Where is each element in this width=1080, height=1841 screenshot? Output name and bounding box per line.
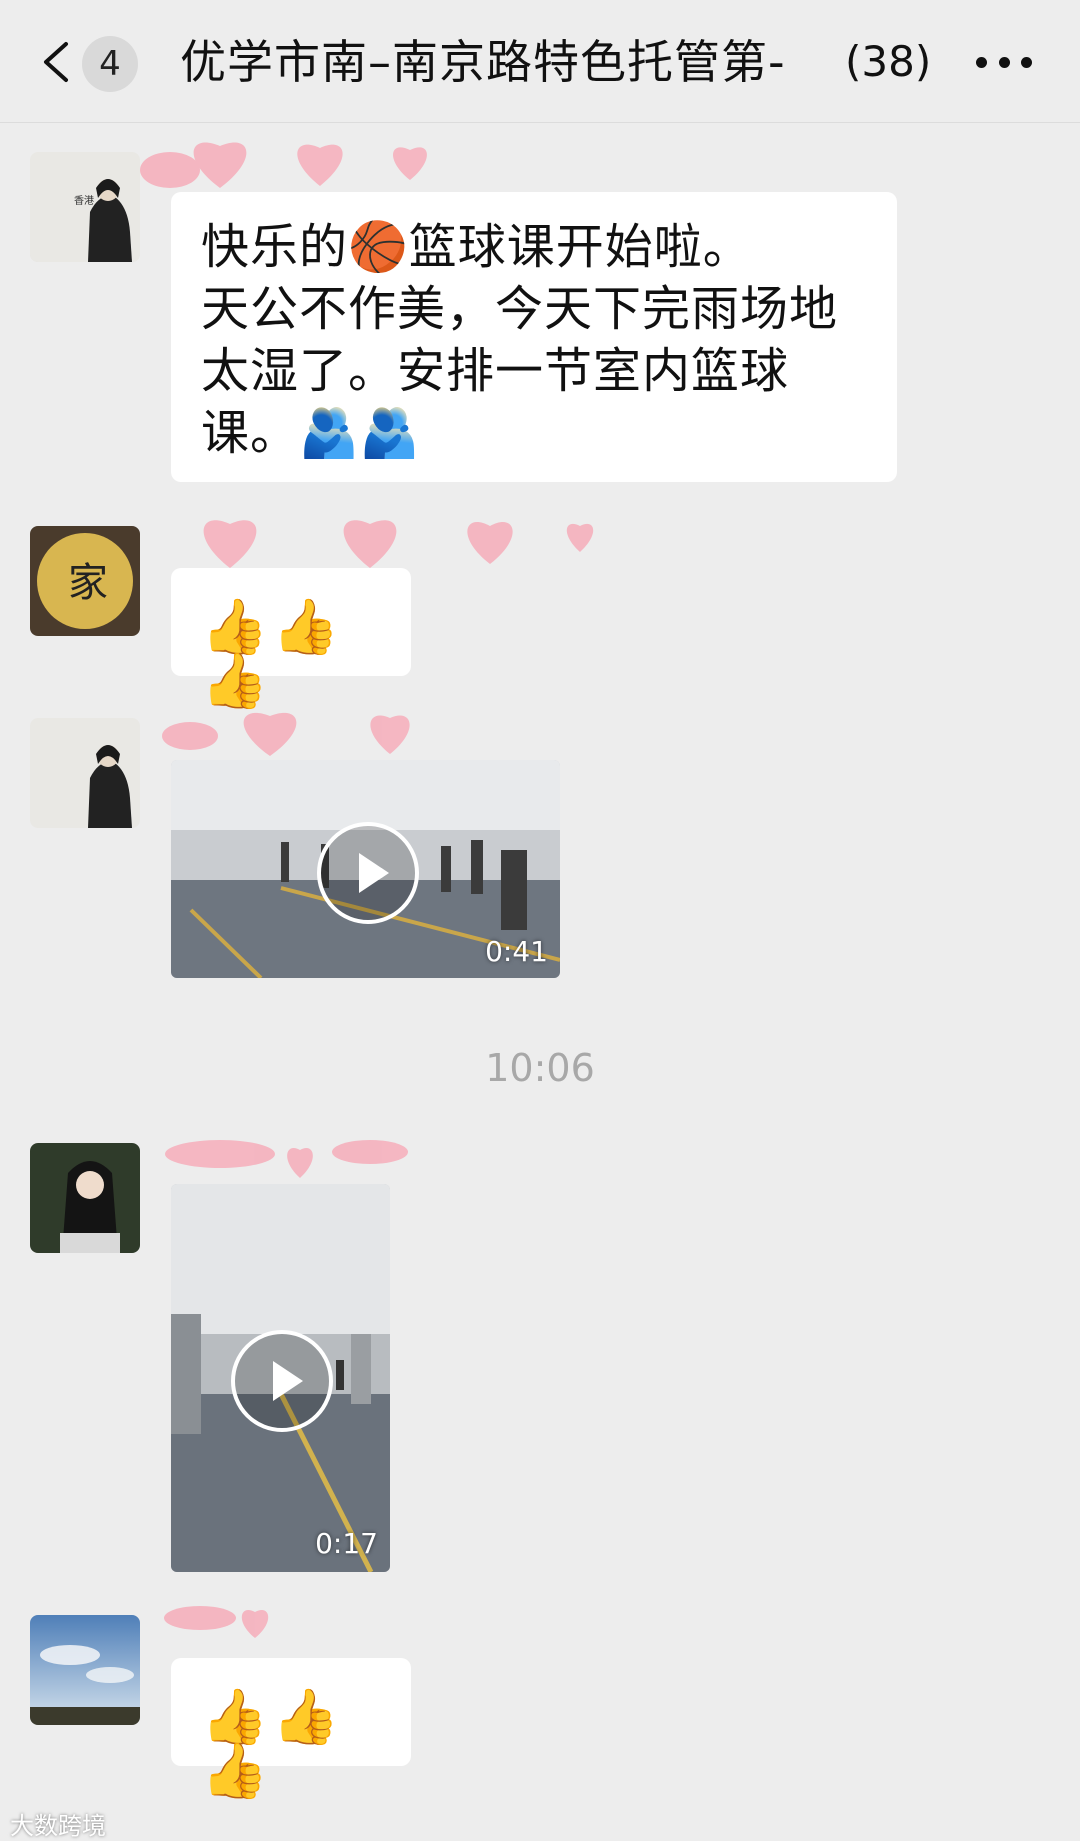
- avatar[interactable]: [30, 1143, 140, 1253]
- avatar-caption: 香港: [74, 195, 94, 207]
- video-duration: 0:17: [315, 1527, 378, 1560]
- message-bubble[interactable]: 👍👍👍: [171, 568, 411, 708]
- name-redaction-hearts: [140, 142, 427, 188]
- name-redaction-hearts: [162, 712, 410, 756]
- video-message[interactable]: 0:41: [171, 760, 560, 978]
- chat-title: 优学市南–南京路特色托管第-: [180, 35, 786, 89]
- video-duration: 0:41: [485, 935, 548, 968]
- play-icon[interactable]: [231, 1330, 333, 1432]
- avatar[interactable]: 香港: [30, 152, 140, 262]
- avatar[interactable]: [30, 718, 140, 828]
- message-bubble[interactable]: 快乐的🏀篮球课开始啦。 天公不作美，今天下完雨场地 太湿了。安排一节室内篮球 课…: [171, 192, 897, 482]
- play-icon[interactable]: [317, 822, 419, 924]
- more-options-icon[interactable]: [976, 50, 1032, 74]
- message-bubble[interactable]: 👍👍👍: [171, 1658, 411, 1798]
- watermark: 大数跨境: [10, 1812, 106, 1840]
- name-redaction-hearts: [165, 1140, 408, 1178]
- name-redaction-hearts: [164, 1606, 269, 1638]
- avatar-caption: 家: [68, 560, 108, 606]
- member-count: (38): [845, 37, 932, 86]
- back-chevron-icon[interactable]: [38, 40, 74, 84]
- chat-header: 4 优学市南–南京路特色托管第- (38): [0, 0, 1080, 123]
- name-redaction-hearts: [203, 520, 594, 568]
- message-text: 快乐的🏀篮球课开始啦。 天公不作美，今天下完雨场地 太湿了。安排一节室内篮球 课…: [201, 219, 839, 461]
- message-emoji: 👍👍👍: [201, 1685, 344, 1802]
- unread-badge[interactable]: 4: [82, 36, 138, 92]
- video-message[interactable]: 0:17: [171, 1184, 390, 1572]
- avatar[interactable]: [30, 1615, 140, 1725]
- chat-timestamp: 10:06: [485, 1046, 595, 1090]
- avatar[interactable]: 家: [30, 526, 140, 636]
